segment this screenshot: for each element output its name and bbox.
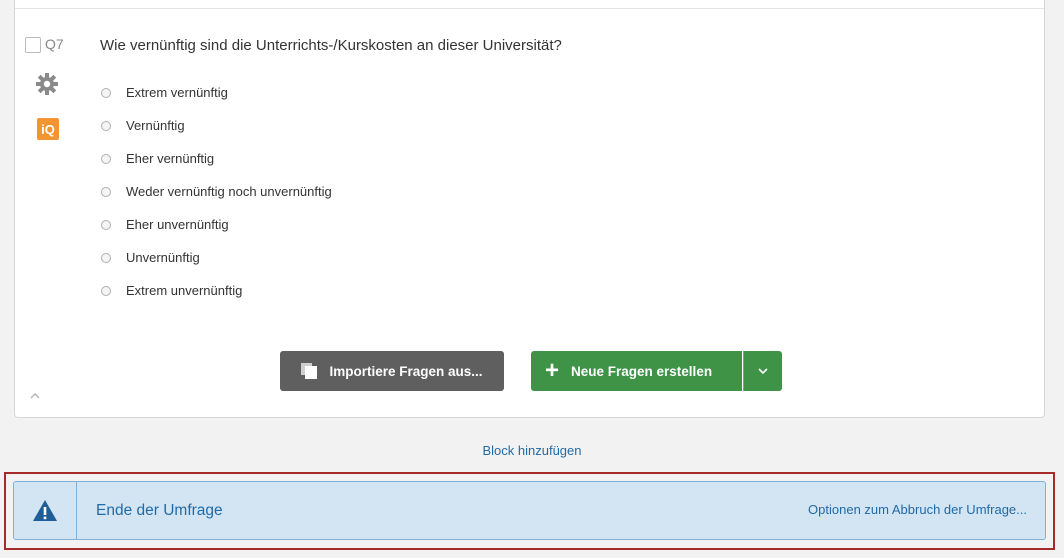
choice-label: Extrem unvernünftig — [126, 283, 243, 298]
choice-label: Eher unvernünftig — [126, 217, 229, 232]
radio-button[interactable] — [101, 219, 111, 230]
choice-item[interactable]: Eher unvernünftig — [101, 208, 332, 241]
choice-item[interactable]: Weder vernünftig noch unvernünftig — [101, 175, 332, 208]
radio-button[interactable] — [101, 285, 111, 296]
warning-triangle-icon — [33, 500, 57, 521]
plus-icon: + — [545, 357, 560, 384]
gear-icon[interactable] — [35, 72, 59, 96]
add-block-link[interactable]: Block hinzufügen — [0, 443, 1064, 458]
radio-button[interactable] — [101, 87, 111, 98]
block-divider — [15, 8, 1044, 9]
end-of-survey-title: Ende der Umfrage — [96, 502, 223, 519]
radio-button[interactable] — [101, 153, 111, 164]
question-text[interactable]: Wie vernünftig sind die Unterrichts-/Kur… — [100, 37, 562, 54]
choice-item[interactable]: Extrem unvernünftig — [101, 274, 332, 307]
choice-label: Unvernünftig — [126, 250, 200, 265]
choice-list: Extrem vernünftig Vernünftig Eher vernün… — [101, 76, 332, 307]
choice-label: Weder vernünftig noch unvernünftig — [126, 184, 332, 199]
choice-item[interactable]: Vernünftig — [101, 109, 332, 142]
radio-button[interactable] — [101, 186, 111, 197]
question-block: Q7 iQ Wie vernünftig sind die Unterricht… — [14, 0, 1045, 418]
choice-item[interactable]: Unvernünftig — [101, 241, 332, 274]
question-number: Q7 — [45, 36, 64, 52]
iq-icon[interactable]: iQ — [37, 118, 59, 140]
question-select-checkbox[interactable] — [25, 37, 41, 53]
choice-label: Eher vernünftig — [126, 151, 215, 166]
choice-label: Extrem vernünftig — [126, 85, 228, 100]
chevron-down-icon — [758, 368, 768, 374]
chevron-up-icon[interactable] — [29, 390, 41, 402]
copy-pages-icon — [301, 363, 318, 379]
choice-item[interactable]: Eher vernünftig — [101, 142, 332, 175]
create-new-question-button[interactable]: + Neue Fragen erstellen — [531, 351, 742, 391]
end-of-survey-options-link[interactable]: Optionen zum Abbruch der Umfrage... — [808, 502, 1027, 517]
end-of-survey-bar[interactable]: Ende der Umfrage Optionen zum Abbruch de… — [13, 481, 1046, 540]
radio-button[interactable] — [101, 252, 111, 263]
choice-label: Vernünftig — [126, 118, 185, 133]
import-questions-button[interactable]: Importiere Fragen aus... — [280, 351, 504, 391]
import-questions-label: Importiere Fragen aus... — [329, 363, 483, 379]
create-new-question-label: Neue Fragen erstellen — [571, 363, 713, 379]
end-of-survey-icon-cell — [14, 482, 77, 539]
create-new-question-dropdown[interactable] — [743, 351, 782, 391]
radio-button[interactable] — [101, 120, 111, 131]
choice-item[interactable]: Extrem vernünftig — [101, 76, 332, 109]
